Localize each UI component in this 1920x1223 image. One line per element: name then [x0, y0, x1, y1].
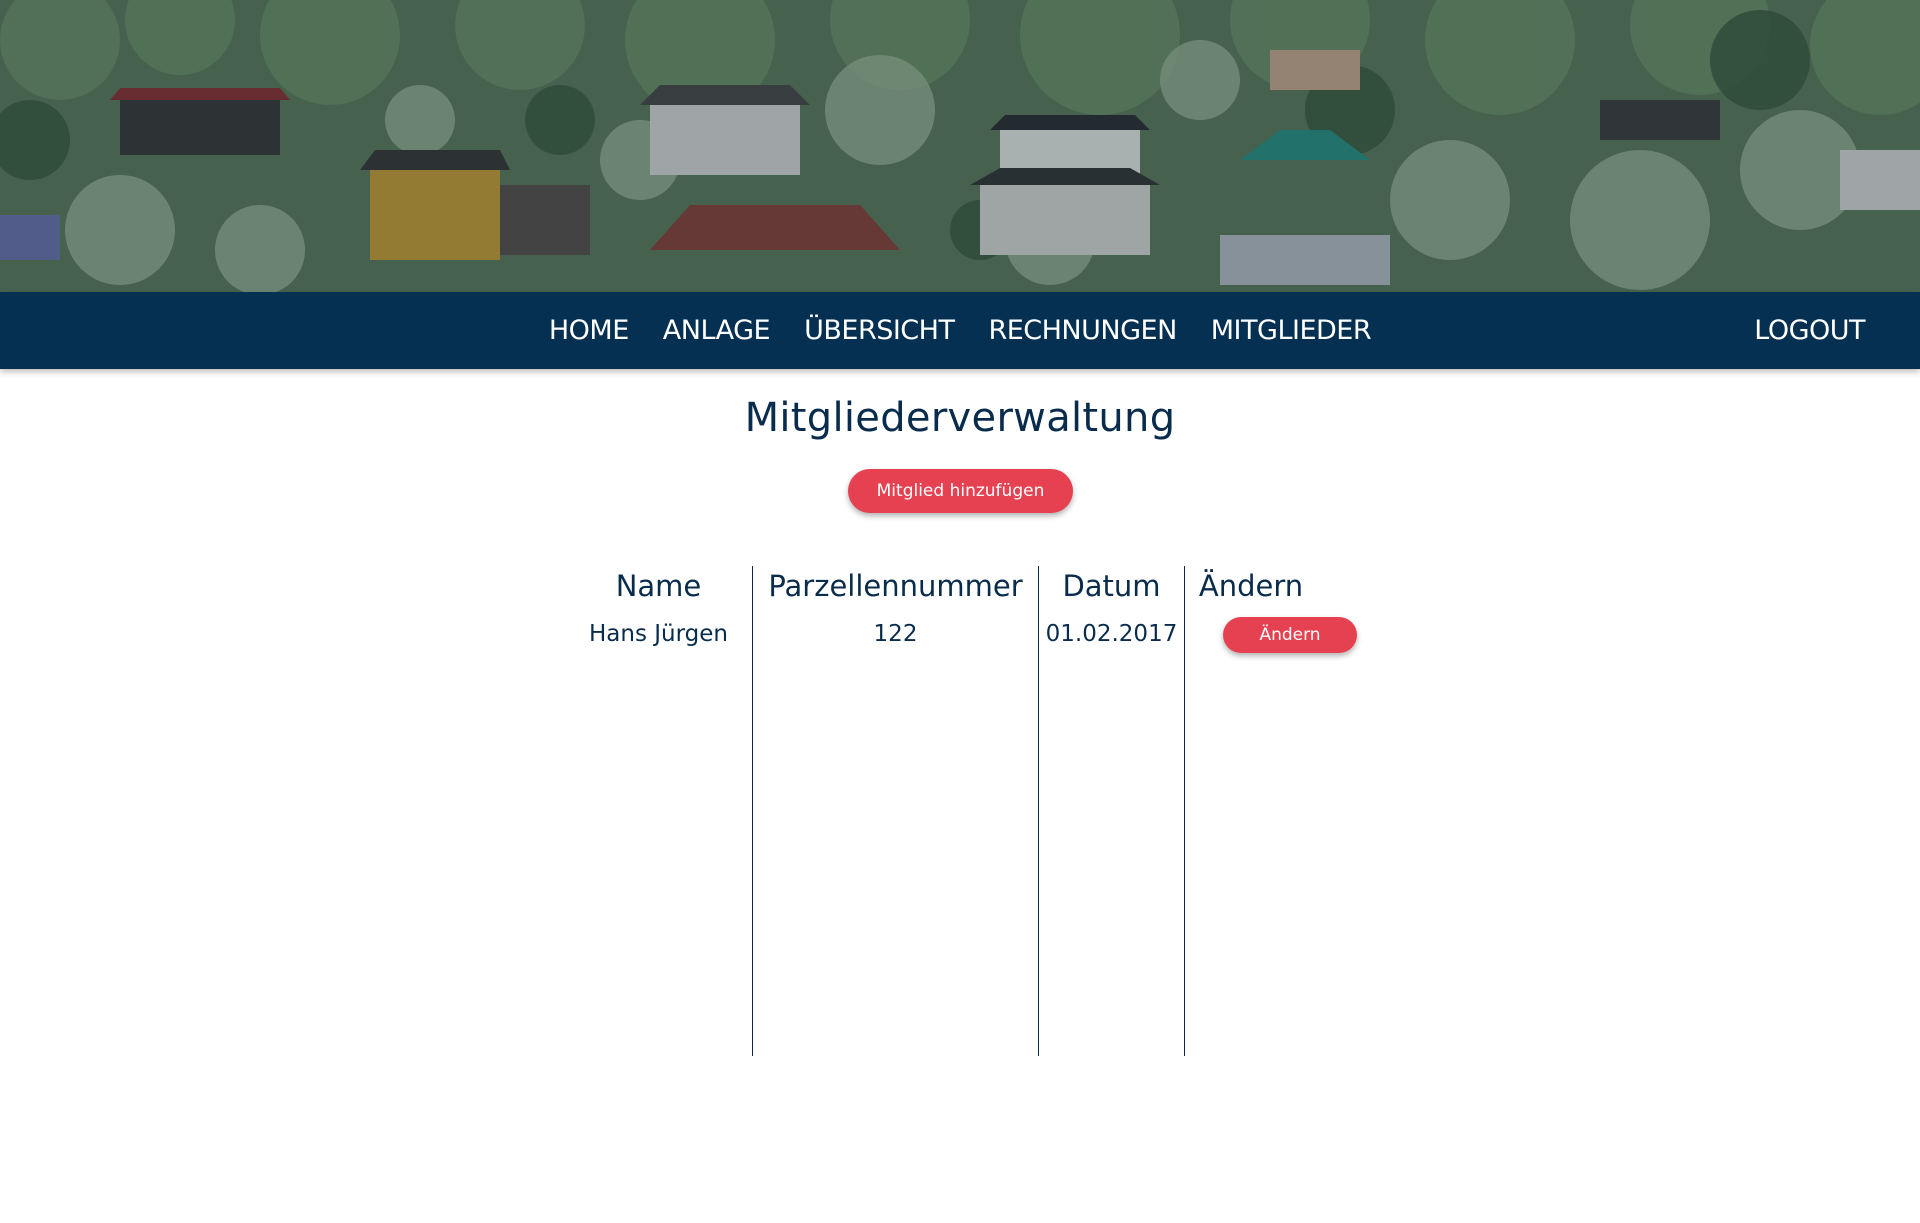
header-image [0, 0, 1920, 292]
column-header-name: Name [615, 569, 702, 603]
cell-parzellennummer: 122 [873, 621, 918, 647]
page-title: Mitgliederverwaltung [744, 395, 1176, 441]
column-datum: Datum 01.02.2017 [1039, 566, 1185, 1056]
cell-name: Hans Jürgen [589, 621, 728, 647]
edit-member-button[interactable]: Ändern [1223, 617, 1357, 653]
nav-rechnungen-link[interactable]: RECHNUNGEN [988, 292, 1177, 369]
members-table: Name Hans Jürgen Parzellennummer 122 Dat… [565, 566, 1357, 1056]
main-navbar: HOME ANLAGE ÜBERSICHT RECHNUNGEN MITGLIE… [0, 292, 1920, 369]
add-member-button[interactable]: Mitglied hinzufügen [848, 469, 1073, 513]
nav-anlage-link[interactable]: ANLAGE [663, 292, 771, 369]
column-header-datum: Datum [1062, 569, 1161, 603]
column-name: Name Hans Jürgen [565, 566, 753, 1056]
column-header-aendern: Ändern [1198, 569, 1304, 603]
nav-links: HOME ANLAGE ÜBERSICHT RECHNUNGEN MITGLIE… [0, 292, 1920, 369]
cell-datum: 01.02.2017 [1045, 621, 1178, 647]
header-image-illustration [0, 0, 1920, 292]
column-aendern: Ändern Ändern [1185, 566, 1357, 1056]
column-parzellennummer: Parzellennummer 122 [753, 566, 1039, 1056]
column-header-parzellennummer: Parzellennummer [768, 569, 1023, 603]
nav-mitglieder-link[interactable]: MITGLIEDER [1211, 292, 1372, 369]
nav-home-link[interactable]: HOME [549, 292, 629, 369]
logout-link[interactable]: LOGOUT [1754, 292, 1865, 369]
nav-uebersicht-link[interactable]: ÜBERSICHT [804, 292, 955, 369]
